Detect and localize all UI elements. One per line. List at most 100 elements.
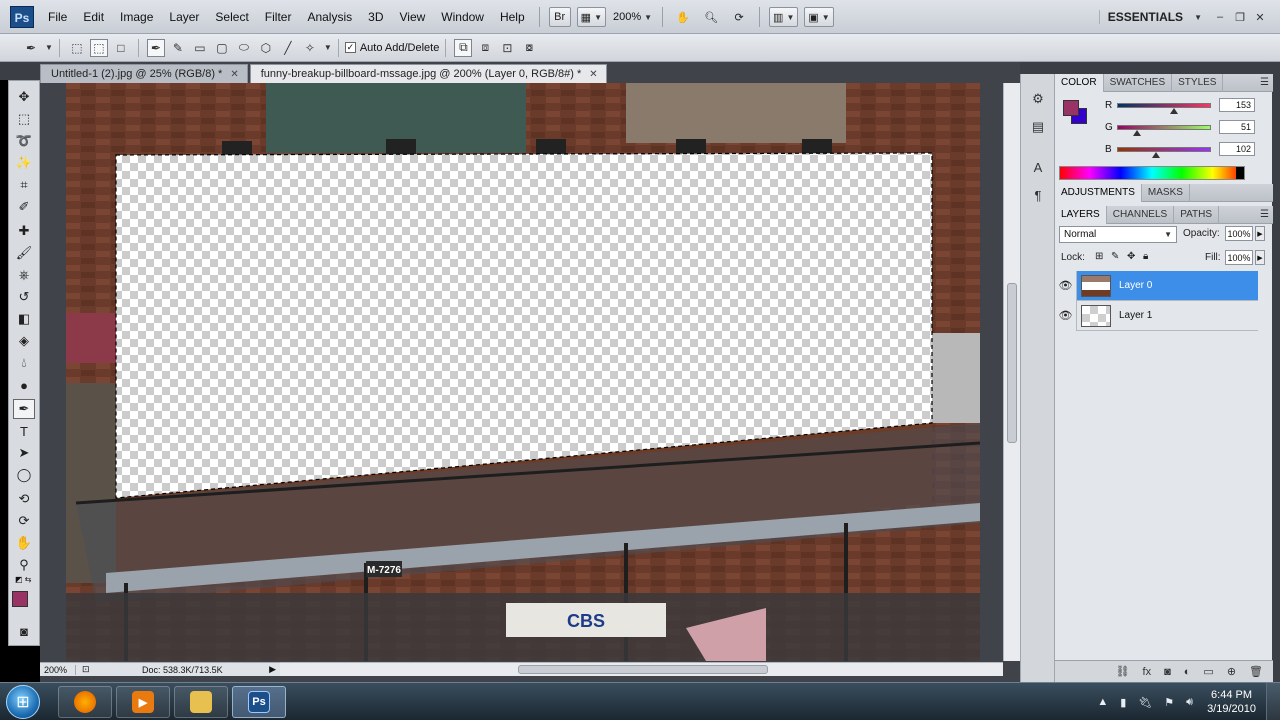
path-selection-tool-icon[interactable]: ➤ (13, 443, 35, 463)
hand-tool-icon[interactable]: ✋ (13, 533, 35, 553)
menu-view[interactable]: View (391, 10, 433, 24)
volume-icon[interactable]: 🔊︎ (1186, 696, 1193, 709)
menu-edit[interactable]: Edit (75, 10, 112, 24)
lock-transparent-icon[interactable]: ⊞ (1095, 251, 1103, 262)
quick-mask-icon[interactable]: ◙ (13, 621, 35, 641)
show-desktop-button[interactable] (1266, 683, 1280, 720)
menu-filter[interactable]: Filter (257, 10, 300, 24)
character-icon[interactable]: A (1029, 158, 1047, 176)
taskbar-explorer[interactable] (174, 686, 228, 718)
taskbar-photoshop[interactable]: Ps (232, 686, 286, 718)
action-center-icon[interactable]: ⚑ (1164, 696, 1174, 709)
status-info-icon[interactable]: ⊡ (82, 664, 90, 675)
menu-window[interactable]: Window (433, 10, 492, 24)
tab-layers[interactable]: LAYERS (1055, 205, 1107, 224)
lasso-tool-icon[interactable]: ➰ (13, 131, 35, 151)
lock-all-icon[interactable]: 🔒︎ (1143, 251, 1148, 262)
red-value-field[interactable]: 153 (1219, 98, 1255, 112)
line-icon[interactable]: ╱ (279, 39, 297, 57)
screen-mode-button[interactable]: ▣ ▼ (804, 7, 834, 27)
new-layer-icon[interactable]: ⊕ (1227, 665, 1236, 678)
tab-masks[interactable]: MASKS (1142, 183, 1190, 202)
layer-name[interactable]: Layer 0 (1119, 280, 1152, 291)
eyedropper-tool-icon[interactable]: ✐ (13, 197, 35, 217)
minimize-icon[interactable]: – (1210, 11, 1230, 23)
network-icon[interactable]: ▮ (1120, 696, 1126, 709)
blue-slider-track[interactable] (1117, 146, 1211, 158)
chevron-down-icon[interactable]: ▼ (45, 43, 53, 52)
shape-layers-icon[interactable]: ⬚ (68, 39, 86, 57)
menu-layer[interactable]: Layer (161, 10, 207, 24)
tab-adjustments[interactable]: ADJUSTMENTS (1055, 183, 1142, 202)
tab-billboard-document[interactable]: funny-breakup-billboard-mssage.jpg @ 200… (249, 64, 607, 83)
menu-file[interactable]: File (40, 10, 75, 24)
freeform-pen-icon[interactable]: ✎ (169, 39, 187, 57)
layer-name[interactable]: Layer 1 (1119, 310, 1152, 321)
fill-pixels-icon[interactable]: □ (112, 39, 130, 57)
shape-tool-icon[interactable]: ◯ (13, 465, 35, 485)
tab-swatches[interactable]: SWATCHES (1104, 73, 1173, 92)
lock-image-icon[interactable]: ✎ (1111, 251, 1119, 262)
visibility-eye-icon[interactable]: 👁︎ (1055, 300, 1077, 331)
status-zoom[interactable]: 200% (40, 664, 76, 675)
zoom-tool-icon[interactable]: ⚲ (13, 555, 35, 575)
menu-analysis[interactable]: Analysis (299, 10, 360, 24)
layer-row-layer-1[interactable]: 👁︎ Layer 1 (1055, 300, 1258, 331)
ellipse-icon[interactable]: ⬭ (235, 39, 253, 57)
rounded-rectangle-icon[interactable]: ▢ (213, 39, 231, 57)
paths-mode-icon[interactable]: ⬚ (89, 38, 108, 57)
chevron-down-icon[interactable]: ▼ (324, 43, 332, 52)
scroll-thumb[interactable] (518, 665, 768, 674)
intersect-path-icon[interactable]: ⊡ (498, 39, 516, 57)
color-spectrum-ramp[interactable] (1059, 166, 1245, 180)
green-value-field[interactable]: 51 (1219, 120, 1255, 134)
foreground-color-swatch[interactable] (12, 591, 28, 607)
layer-style-icon[interactable]: fx (1143, 666, 1152, 678)
auto-add-delete-checkbox[interactable]: ✓ (344, 42, 356, 53)
type-tool-icon[interactable]: T (13, 421, 35, 441)
crop-tool-icon[interactable]: ⌗ (13, 175, 35, 195)
3d-rotate-tool-icon[interactable]: ⟲ (13, 489, 35, 509)
bridge-button[interactable]: Br (548, 7, 571, 27)
workspace-select[interactable]: ESSENTIALS (1098, 10, 1191, 24)
magic-wand-tool-icon[interactable]: ✨ (13, 153, 35, 173)
link-layers-icon[interactable]: ⛓ (1116, 665, 1130, 678)
marquee-tool-icon[interactable]: ⬚ (13, 109, 35, 129)
panel-menu-icon[interactable]: ☰ (1260, 209, 1269, 220)
opacity-field[interactable]: 100% (1225, 226, 1253, 241)
healing-brush-tool-icon[interactable]: ✚ (13, 221, 35, 241)
blend-mode-select[interactable]: Normal ▼ (1059, 226, 1177, 243)
scroll-thumb[interactable] (1007, 283, 1017, 443)
clone-stamp-tool-icon[interactable]: ⎈ (13, 265, 35, 285)
clock[interactable]: 6:44 PM 3/19/2010 (1207, 688, 1256, 716)
vertical-scrollbar[interactable] (1003, 83, 1020, 661)
tab-channels[interactable]: CHANNELS (1107, 205, 1175, 224)
tab-color[interactable]: COLOR (1055, 73, 1104, 92)
restore-icon[interactable]: ❐ (1230, 11, 1250, 24)
fill-field[interactable]: 100% (1225, 250, 1253, 265)
exclude-path-icon[interactable]: ⧇ (520, 39, 538, 57)
foreground-color-chip[interactable] (1063, 100, 1079, 116)
close-icon[interactable]: ✕ (589, 69, 597, 80)
pen-tool-icon[interactable]: ✒ (13, 399, 35, 419)
layer-row-layer-0[interactable]: 👁︎ Layer 0 (1055, 270, 1258, 301)
eraser-tool-icon[interactable]: ◧ (13, 309, 35, 329)
new-group-icon[interactable]: ▭ (1203, 665, 1213, 678)
horizontal-scrollbar[interactable] (280, 662, 1003, 676)
pen-icon[interactable]: ✒ (146, 38, 165, 57)
close-icon[interactable]: ✕ (1250, 11, 1270, 24)
status-menu-arrow-icon[interactable]: ▶ (269, 664, 276, 675)
3d-orbit-tool-icon[interactable]: ⟳ (13, 511, 35, 531)
green-slider-knob[interactable] (1132, 129, 1141, 136)
polygon-icon[interactable]: ⬡ (257, 39, 275, 57)
delete-layer-icon[interactable]: 🗑︎ (1249, 665, 1263, 678)
menu-select[interactable]: Select (207, 10, 256, 24)
menu-3d[interactable]: 3D (360, 10, 391, 24)
panel-menu-icon[interactable]: ☰ (1260, 77, 1269, 88)
adjustment-layer-icon[interactable]: ◐ (1184, 666, 1191, 678)
start-button[interactable]: ⊞ (6, 685, 40, 719)
close-icon[interactable]: ✕ (230, 69, 238, 80)
dodge-tool-icon[interactable]: ● (13, 375, 35, 395)
paragraph-icon[interactable]: ¶ (1029, 186, 1047, 204)
add-to-path-icon[interactable]: ⧉ (454, 38, 473, 57)
